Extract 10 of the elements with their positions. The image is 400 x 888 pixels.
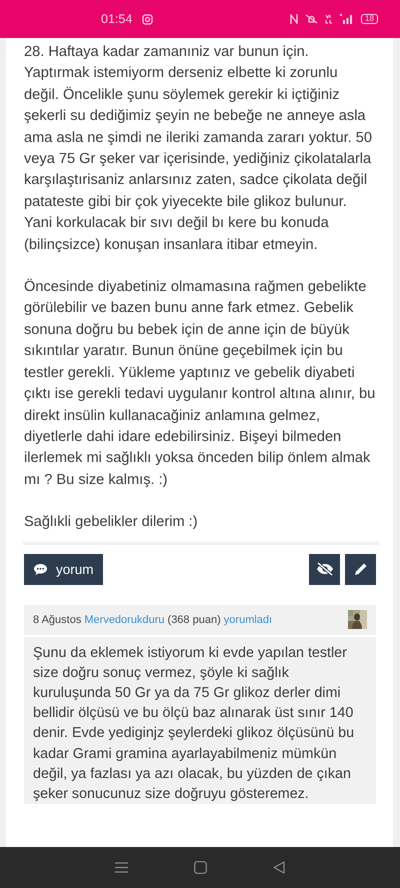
paragraph: Sağlıkli gebelikler dilerim :) bbox=[24, 513, 199, 532]
author-link[interactable]: Mervedorukduru bbox=[84, 614, 164, 626]
battery-icon: 18 bbox=[361, 14, 378, 24]
comment-button[interactable]: yorum bbox=[24, 554, 103, 585]
comment-meta: 8 Ağustos Mervedorukduru (368 puan) yorumladı bbox=[33, 614, 272, 626]
comment-link[interactable]: yorumladı bbox=[224, 614, 272, 626]
paragraph: 28. Haftaya kadar zamanıniz var bunun için. Yaptırmak istemiyorm derseniz elbette ki zorunlu değil. Öncelikle şunu söylemek gerekir ki içtiğiniz şekerli su dediğimiz şeyin ne bebeğe ne anneye asla ama asla ne şimdi ne ileriki zamanda zararı yoktur. 50 veya 75 Gr şeker var içerisinde, yediğiniz çikolatalarla karşılaştırisaniz anlarsınız zaten, sadce çikolata değil patateste gibi bir çok yiyecekte bile glikoz bulunur. Yani korkulacak bir sıvı değil bı kere bu konuda (bilinçsizce) konuşan insanlara itibar etmeyin. bbox=[24, 43, 373, 255]
clock-time: 01:54 bbox=[101, 12, 132, 26]
comment-text: Şunu da eklemek istiyorum ki evde yapılan testler size doğru sonuç vermez, şöyle ki sağlık kuruluşunda 50 Gr ya da 75 Gr glikoz derler dimi bellidir ölçüsü ve bu ölçü baz alınarak üst sınır 140 denir. Evde yediginjz şeylerdeki glikoz ölçüsünü bu kadar Grami gramina ayarlayabilmeniz mümkün değil, ya fazlası ya azı olacak, bu yüzden de çıkan şeker sonucunuz size doğruyu gösteremez. bbox=[32, 644, 356, 804]
paragraph: Öncesinde diyabetiniz olmamasına rağmen gebelikte görülebilir ve bazen bunu anne fark etmez. Gebelik sonuna doğru bu bebek için de anne için de büyük sıkıntılar yaratır. Bunun önüne geçebilmek için bu testler gerekli. Yükleme yaptınız ve gebelik diyabeti çıktı ise gerekli tedavi uygulanır kontrol altına alınır, bu direkt insülin kullanacağiniz anlamına gelmez, diyetlerle dahi idare edebilirsiniz. Bişeyi bilmeden ilerlemek mi sağlıklı yoksa önceden bilip önlem almak mı ? Bu size kalmış. :) bbox=[24, 278, 376, 490]
